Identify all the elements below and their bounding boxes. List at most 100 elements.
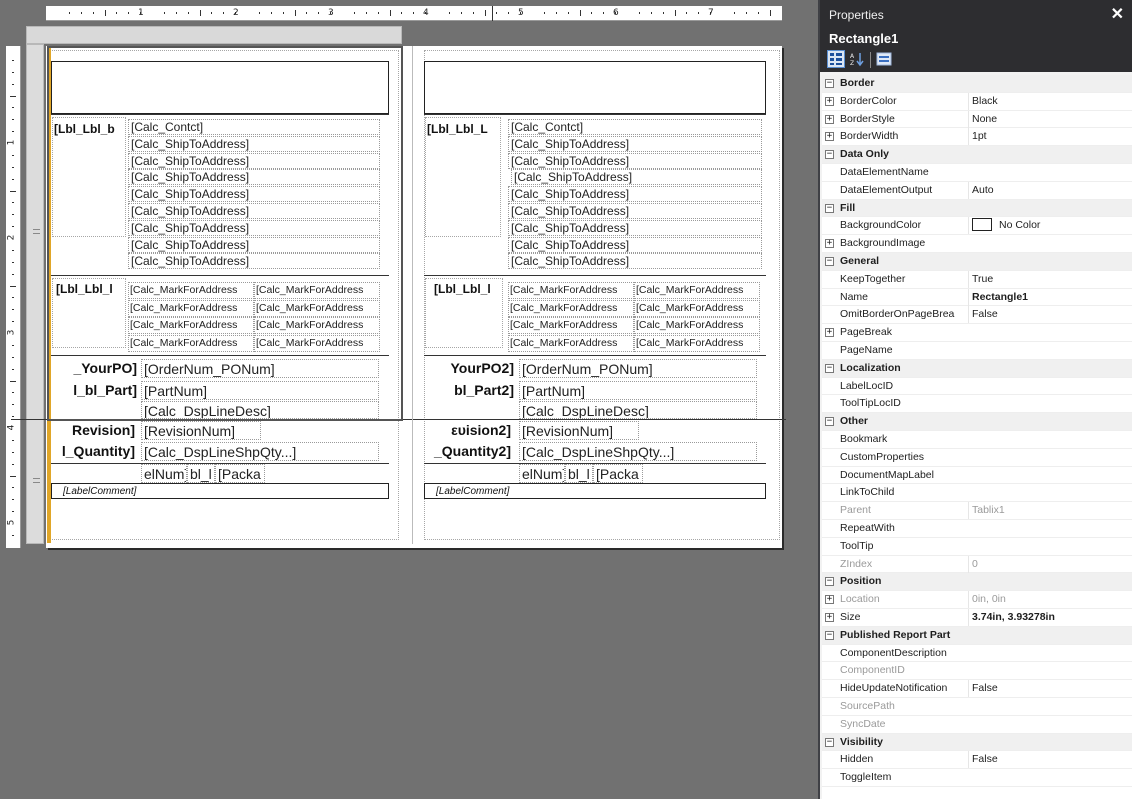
collapse-icon[interactable]: − <box>825 257 834 266</box>
package-label-field[interactable]: bl_l <box>187 464 215 483</box>
label-number-field[interactable]: elNum] <box>141 464 187 483</box>
property-row-customproperties[interactable]: CustomProperties <box>822 449 1132 467</box>
mark-label[interactable]: [Lbl_Lbl_l <box>56 282 126 298</box>
collapse-icon[interactable]: − <box>825 363 834 373</box>
po-number-field[interactable]: [OrderNum_PONum] <box>141 359 379 378</box>
expand-icon[interactable]: + <box>825 239 834 249</box>
property-row-backgroundimage[interactable]: + BackgroundImage <box>822 235 1132 253</box>
expand-icon[interactable]: + <box>825 114 834 124</box>
alphabetical-icon[interactable]: AZ <box>848 50 866 68</box>
ship-to-field[interactable]: [Calc_ShipToAddress] <box>128 169 380 186</box>
collapse-icon[interactable]: − <box>825 79 834 88</box>
property-row-backgroundcolor[interactable]: BackgroundColor No Color <box>822 217 1132 236</box>
category-position[interactable]: − Position <box>822 573 1132 592</box>
package-label-field[interactable]: bl_l <box>565 464 593 483</box>
property-value[interactable]: 1pt <box>968 128 1132 146</box>
property-value[interactable]: Rectangle1 <box>968 288 1132 306</box>
mark-for-field[interactable]: [Calc_MarkForAddress <box>508 299 634 317</box>
category-other[interactable]: − Other <box>822 413 1132 431</box>
revision-field[interactable]: [RevisionNum] <box>141 421 261 440</box>
property-row-bordercolor[interactable]: + BorderColor Black <box>822 92 1132 111</box>
expand-icon[interactable]: + <box>825 328 834 338</box>
po-label[interactable]: _YourPO] <box>53 359 137 378</box>
mark-for-field[interactable]: [Calc_MarkForAddress <box>634 334 760 352</box>
category-data-only[interactable]: − Data Only <box>822 146 1132 164</box>
mark-for-field[interactable]: [Calc_MarkForAddress <box>254 282 380 299</box>
property-row-zindex[interactable]: ZIndex 0 <box>822 555 1132 574</box>
property-row-componentid[interactable]: ComponentID <box>822 662 1132 681</box>
report-designer-surface[interactable]: 1234567 12345 [Lbl_Lbl_b [Calc_Contct] [Ca… <box>0 0 818 799</box>
property-row-pagebreak[interactable]: + PageBreak <box>822 324 1132 342</box>
revision-label[interactable]: Revision] <box>41 421 135 440</box>
ship-to-field[interactable]: [Calc_ShipToAddress] <box>508 236 762 253</box>
ship-to-field[interactable]: [Calc_ShipToAddress] <box>128 203 380 219</box>
property-value[interactable]: False <box>968 306 1132 324</box>
property-row-toggleitem[interactable]: ToggleItem <box>822 769 1132 787</box>
ship-to-field[interactable]: [Calc_Contct] <box>508 119 762 135</box>
category-visibility[interactable]: − Visibility <box>822 733 1132 752</box>
property-row-location[interactable]: + Location 0in, 0in <box>822 591 1132 609</box>
ship-to-field[interactable]: [Calc_ShipToAddress] <box>508 186 762 203</box>
mark-for-field[interactable]: [Calc_MarkForAddress <box>508 317 634 334</box>
label-comment[interactable]: [LabelComment] <box>436 486 636 498</box>
po-number-field[interactable]: [OrderNum_PONum] <box>519 359 757 378</box>
quantity-label[interactable]: l_Quantity] <box>41 442 135 461</box>
mark-for-field[interactable]: [Calc_MarkForAddress <box>128 317 254 334</box>
property-row-tooltip[interactable]: ToolTip <box>822 538 1132 556</box>
categorized-icon[interactable] <box>827 50 845 68</box>
category-fill[interactable]: − Fill <box>822 199 1132 218</box>
property-row-bookmark[interactable]: Bookmark <box>822 431 1132 449</box>
property-value[interactable]: 0in, 0in <box>968 591 1132 609</box>
expand-icon[interactable]: + <box>825 132 834 142</box>
collapse-icon[interactable]: − <box>825 203 834 213</box>
property-row-hideupdatenotification[interactable]: HideUpdateNotification False <box>822 680 1132 698</box>
property-value[interactable]: False <box>968 751 1132 769</box>
category-localization[interactable]: − Localization <box>822 359 1132 378</box>
property-row-borderwidth[interactable]: + BorderWidth 1pt <box>822 128 1132 147</box>
mark-label[interactable]: [Lbl_Lbl_l <box>434 282 504 298</box>
ship-to-field[interactable]: [Calc_ShipToAddress] <box>508 219 762 236</box>
expand-icon[interactable]: + <box>825 613 834 622</box>
package-field[interactable]: [Packa <box>215 464 265 483</box>
property-row-dataelementoutput[interactable]: DataElementOutput Auto <box>822 181 1132 200</box>
mark-for-field[interactable]: [Calc_MarkForAddress <box>254 334 380 352</box>
ship-to-field[interactable]: [Calc_ShipToAddress] <box>128 152 380 169</box>
property-row-hidden[interactable]: Hidden False <box>822 751 1132 770</box>
property-row-componentdescription[interactable]: ComponentDescription <box>822 645 1132 663</box>
mark-for-field[interactable]: [Calc_MarkForAddress <box>634 299 760 317</box>
property-row-parent[interactable]: Parent Tablix1 <box>822 502 1132 520</box>
property-row-borderstyle[interactable]: + BorderStyle None <box>822 110 1132 129</box>
mark-for-field[interactable]: [Calc_MarkForAddress <box>128 282 254 299</box>
ship-to-field[interactable]: [Calc_ShipToAddress] <box>128 253 380 270</box>
part-number-field[interactable]: [PartNum] <box>519 381 757 400</box>
property-value[interactable]: No Color <box>968 217 1132 235</box>
revision-label[interactable]: ευision2] <box>414 421 511 440</box>
property-value[interactable]: 0 <box>968 555 1132 573</box>
part-label[interactable]: l_bl_Part] <box>53 381 137 400</box>
ship-to-field[interactable]: [Calc_ShipToAddress] <box>511 169 762 186</box>
category-published-report-part[interactable]: − Published Report Part <box>822 626 1132 645</box>
property-value[interactable]: Auto <box>968 181 1132 199</box>
ship-to-field[interactable]: [Calc_ShipToAddress] <box>128 236 380 253</box>
collapse-icon[interactable]: − <box>825 737 834 747</box>
mark-for-field[interactable]: [Calc_MarkForAddress <box>128 299 254 317</box>
quantity-field[interactable]: [Calc_DspLineShpQty...] <box>519 442 757 461</box>
mark-for-field[interactable]: [Calc_MarkForAddress <box>634 317 760 334</box>
property-row-sourcepath[interactable]: SourcePath <box>822 698 1132 716</box>
line-description-field[interactable]: [Calc_DspLineDesc] <box>141 401 379 419</box>
ship-to-field[interactable]: [Calc_ShipToAddress] <box>508 152 762 169</box>
po-label[interactable]: YourPO2] <box>426 359 514 378</box>
property-value[interactable]: Black <box>968 92 1132 110</box>
ship-to-field[interactable]: [Calc_Contct] <box>128 119 380 135</box>
expand-icon[interactable]: + <box>825 595 834 605</box>
category-general[interactable]: − General <box>822 253 1132 271</box>
property-value[interactable]: False <box>968 680 1132 698</box>
property-value[interactable]: True <box>968 270 1132 288</box>
property-row-tooltiplocid[interactable]: ToolTipLocID <box>822 395 1132 414</box>
label-comment[interactable]: [LabelComment] <box>63 486 263 498</box>
mark-for-field[interactable]: [Calc_MarkForAddress <box>508 282 634 299</box>
mark-for-field[interactable]: [Calc_MarkForAddress <box>254 317 380 334</box>
collapse-icon[interactable]: − <box>825 630 834 640</box>
collapse-icon[interactable]: − <box>825 417 834 427</box>
property-row-syncdate[interactable]: SyncDate <box>822 716 1132 734</box>
